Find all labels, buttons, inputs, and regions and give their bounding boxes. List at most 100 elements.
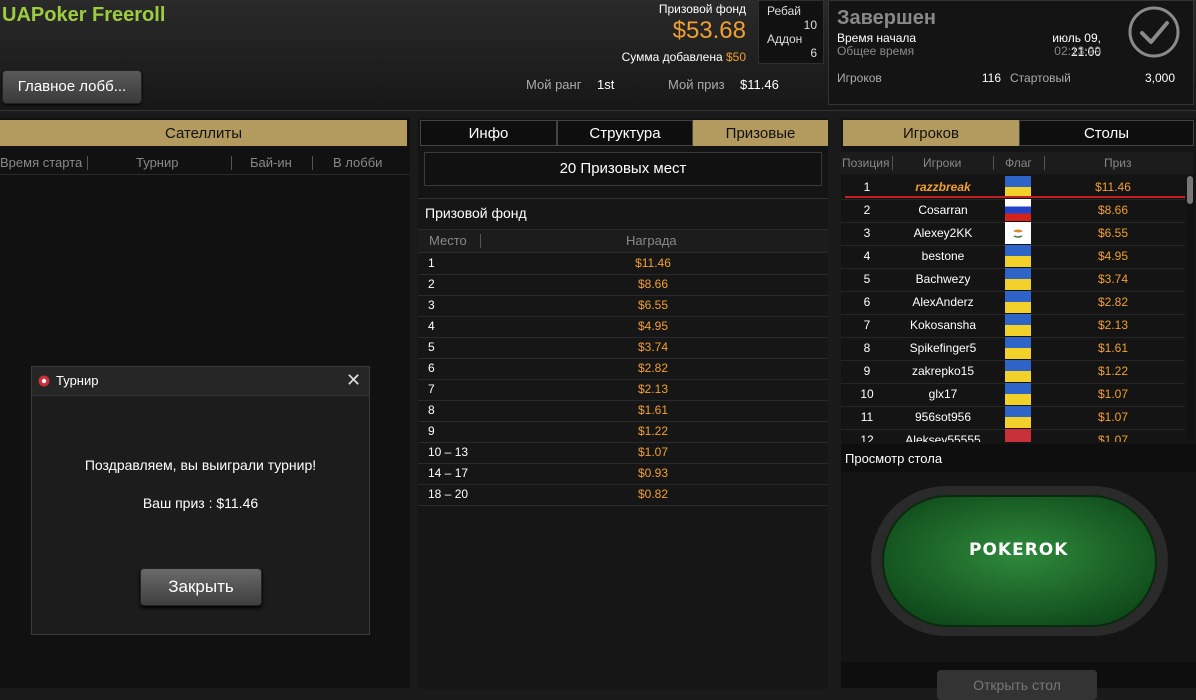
dialog-titlebar: Турнир ✕ <box>32 367 369 396</box>
main-lobby-button[interactable]: Главное лобб... <box>2 70 142 104</box>
flag-icon <box>1005 222 1031 244</box>
addon-label: Аддон <box>767 32 803 46</box>
prize-award: $0.93 <box>637 466 669 480</box>
prize-table-header: Место Награда <box>418 229 828 253</box>
player-position: 5 <box>863 272 871 286</box>
total-time-value: 02:13:29 <box>1054 44 1101 58</box>
table-row[interactable]: 4 bestone $4.95 <box>841 245 1185 269</box>
players-info-box: Игроков 116 Стартовый 3,000 <box>828 64 1194 105</box>
flag-icon <box>1005 406 1031 428</box>
players-value: 116 <box>981 71 1001 85</box>
player-position: 6 <box>863 295 871 309</box>
my-prize-value: $11.46 <box>740 77 779 92</box>
status-text: Завершен <box>837 7 936 29</box>
col-position[interactable]: Позиция <box>842 156 889 170</box>
table-row: 7 $2.13 <box>418 379 828 401</box>
col-start-time[interactable]: Время старта <box>0 155 82 170</box>
player-prize: $1.07 <box>1097 433 1129 442</box>
player-position: 8 <box>863 341 871 355</box>
player-prize: $1.07 <box>1097 387 1129 401</box>
table-row: 14 – 17 $0.93 <box>418 463 828 485</box>
close-button[interactable]: Закрыть <box>140 568 262 606</box>
flag-icon <box>1005 360 1031 382</box>
players-scrollbar[interactable] <box>1187 176 1193 440</box>
congrats-message: Поздравляем, вы выиграли турнир! <box>84 457 317 473</box>
starting-label: Стартовый <box>1010 71 1071 85</box>
tab-tables[interactable]: Столы <box>1019 120 1194 146</box>
prize-fund-title: Призовой фонд <box>425 205 527 221</box>
prize-award: $1.61 <box>637 403 669 417</box>
players-panel: Игроков Столы Позиция Игроки Флаг Приз 1… <box>841 118 1196 700</box>
col-flag[interactable]: Флаг <box>1005 156 1032 170</box>
prize-award: $8.66 <box>637 277 669 291</box>
table-row: 6 $2.82 <box>418 358 828 380</box>
flag-icon <box>1005 176 1031 198</box>
table-row[interactable]: 5 Bachwezy $3.74 <box>841 268 1185 292</box>
player-prize: $3.74 <box>1097 272 1129 286</box>
player-name: Kokosansha <box>909 318 977 332</box>
table-row[interactable]: 12 Aleksey55555 $1.07 <box>841 429 1185 442</box>
prize-fund-value: $53.68 <box>672 17 746 44</box>
flag-icon <box>1005 314 1031 336</box>
table-row[interactable]: 10 glx17 $1.07 <box>841 383 1185 407</box>
flag-icon <box>1005 337 1031 359</box>
player-position: 3 <box>863 226 871 240</box>
flag-icon <box>1005 268 1031 290</box>
table-row[interactable]: 2 Cosarran $8.66 <box>841 199 1185 223</box>
prize-message: Ваш приз : $11.46 <box>142 495 259 511</box>
dialog-title: Турнир <box>56 373 99 388</box>
scrollbar-thumb[interactable] <box>1187 176 1193 204</box>
table-row: 4 $4.95 <box>418 316 828 338</box>
player-name: Spikefinger5 <box>909 341 977 355</box>
close-icon[interactable]: ✕ <box>346 370 361 391</box>
info-panel: Инфо Структура Призовые 20 Призовых мест… <box>418 118 828 689</box>
col-players[interactable]: Игроки <box>923 156 961 170</box>
player-position: 11 <box>860 410 874 424</box>
player-prize: $2.13 <box>1097 318 1129 332</box>
table-row[interactable]: 8 Spikefinger5 $1.61 <box>841 337 1185 361</box>
player-position: 10 <box>860 387 874 401</box>
col-in-lobby[interactable]: В лобби <box>333 155 382 170</box>
tab-prizes[interactable]: Призовые <box>693 120 828 146</box>
table-row[interactable]: 11 956sot956 $1.07 <box>841 406 1185 430</box>
player-name: 956sot956 <box>914 410 972 424</box>
status-box: Завершен Время начала июль 09, 21:00 Общ… <box>828 0 1194 66</box>
prize-award: $6.55 <box>637 298 669 312</box>
players-table-body: 1 razzbreak $11.46 2 Cosarran $8.66 3 Alexey2KK… <box>841 176 1187 442</box>
player-name: zakrepko15 <box>911 364 975 378</box>
table-row: 5 $3.74 <box>418 337 828 359</box>
prize-places-count: 20 Призовых мест <box>424 152 822 186</box>
table-row[interactable]: 6 AlexAnderz $2.82 <box>841 291 1185 315</box>
player-position: 12 <box>860 433 874 442</box>
my-rank-value: 1st <box>597 77 615 92</box>
col-tournament[interactable]: Турнир <box>136 155 178 170</box>
prize-award: $11.46 <box>635 256 671 270</box>
prize-award: $2.82 <box>637 361 669 375</box>
prize-award: $4.95 <box>637 319 669 333</box>
col-prize[interactable]: Приз <box>1104 156 1132 170</box>
prize-award: $1.07 <box>637 445 669 459</box>
player-name: Alexey2KK <box>913 226 973 240</box>
table-row[interactable]: 9 zakrepko15 $1.22 <box>841 360 1185 384</box>
table-preview-title: Просмотр стола <box>845 451 943 466</box>
table-row: 9 $1.22 <box>418 421 828 443</box>
col-buyin[interactable]: Бай-ин <box>250 155 292 170</box>
tab-players[interactable]: Игроков <box>843 120 1019 146</box>
tab-structure[interactable]: Структура <box>557 120 693 146</box>
check-circle-icon <box>1128 6 1180 58</box>
table-row[interactable]: 1 razzbreak $11.46 <box>841 176 1185 200</box>
player-prize: $1.22 <box>1097 364 1129 378</box>
rebuy-value: 10 <box>803 18 817 32</box>
table-row: 3 $6.55 <box>418 295 828 317</box>
player-prize: $6.55 <box>1097 226 1129 240</box>
table-row[interactable]: 3 Alexey2KK $6.55 <box>841 222 1185 246</box>
table-row[interactable]: 7 Kokosansha $2.13 <box>841 314 1185 338</box>
start-time-label: Время начала <box>837 31 917 45</box>
open-table-button[interactable]: Открыть стол <box>937 670 1097 700</box>
player-prize: $4.95 <box>1097 249 1129 263</box>
tab-info[interactable]: Инфо <box>420 120 557 146</box>
tournament-title: UAPoker Freeroll <box>2 4 166 26</box>
flag-icon <box>1005 383 1031 405</box>
tab-satellites[interactable]: Сателлиты <box>0 120 407 146</box>
table-row: 1 $11.46 <box>418 253 828 275</box>
